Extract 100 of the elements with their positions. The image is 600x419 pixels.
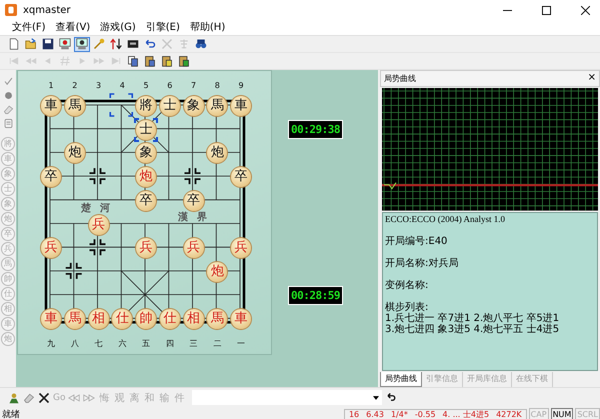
chess-piece[interactable]: 兵 — [136, 238, 156, 258]
chess-piece[interactable]: 象 — [136, 143, 156, 164]
menu-item[interactable]: 引擎(E) — [142, 20, 184, 35]
chess-piece[interactable]: 馬 — [64, 96, 85, 116]
river-text: 漢 界 — [178, 212, 210, 223]
chess-piece[interactable]: 帥 — [136, 309, 156, 330]
status-value: 4. ... 士4进5 — [442, 409, 490, 419]
chess-piece[interactable]: 卒 — [136, 190, 156, 211]
dot-icon[interactable] — [2, 90, 14, 101]
fast-forward-icon — [93, 55, 105, 67]
binoculars-icon — [195, 38, 207, 50]
clipboard-button[interactable] — [159, 54, 175, 68]
file-number: 2 — [71, 81, 78, 91]
dropdown-arrow-icon — [373, 396, 380, 400]
file-number: 四 — [164, 339, 175, 349]
status-text: 就绪 — [2, 408, 20, 419]
menu-item[interactable]: 查看(V) — [52, 20, 94, 35]
chess-piece[interactable]: 馬 — [64, 309, 85, 330]
check-icon[interactable] — [2, 76, 14, 87]
chess-piece[interactable]: 車 — [41, 96, 61, 116]
chess-piece[interactable]: 卒 — [231, 167, 251, 188]
chess-piece[interactable]: 兵 — [41, 238, 61, 258]
key-icon — [93, 38, 105, 50]
analysis-line: 1.兵七进一 卒7进1 2.炮八平七 卒5进1 — [385, 312, 560, 324]
chess-piece[interactable]: 將 — [136, 96, 156, 116]
clipboard-icon — [144, 55, 156, 67]
menu-item[interactable]: 帮助(H) — [186, 20, 230, 35]
chess-piece[interactable]: 炮 — [64, 143, 85, 164]
chess-piece[interactable]: 車 — [231, 96, 251, 116]
chess-piece[interactable]: 炮 — [136, 167, 156, 188]
chess-piece[interactable]: 象 — [184, 96, 204, 116]
folder-icon — [25, 38, 37, 50]
chess-piece[interactable]: 仕 — [160, 309, 180, 330]
open-button[interactable] — [23, 36, 39, 52]
chess-piece[interactable]: 相 — [184, 309, 204, 330]
clipboard-icon — [178, 55, 190, 67]
file-number: 7 — [190, 81, 198, 91]
copy-button[interactable] — [125, 54, 141, 68]
person-icon[interactable] — [8, 392, 20, 404]
clipboard-button[interactable] — [176, 54, 192, 68]
close-icon[interactable] — [581, 6, 590, 14]
chess-piece[interactable]: 士 — [160, 96, 180, 116]
file-number: 三 — [188, 339, 198, 349]
skip-start-icon — [8, 55, 20, 67]
status-value: 16 — [348, 410, 360, 419]
status-value: 6.43 — [366, 410, 384, 419]
undo-icon — [144, 38, 156, 50]
eraser-icon[interactable] — [2, 104, 14, 115]
chess-piece[interactable]: 馬 — [207, 309, 228, 330]
engine-button[interactable] — [74, 36, 90, 52]
monitor-icon — [76, 38, 88, 50]
chess-piece[interactable]: 相 — [88, 309, 108, 330]
panel-tab[interactable]: 引擎信息 — [422, 372, 463, 388]
file-number: 1 — [47, 81, 55, 91]
copy-icon — [127, 55, 139, 67]
analysis-line: 变例名称: — [385, 280, 430, 291]
chess-piece[interactable]: 兵 — [88, 214, 108, 234]
chess-piece[interactable]: 車 — [231, 309, 251, 330]
file-number: 9 — [237, 81, 245, 91]
chess-piece[interactable]: 車 — [41, 309, 61, 330]
file-number: 8 — [214, 81, 221, 91]
file-number: 五 — [141, 339, 151, 349]
file-number: 一 — [236, 339, 246, 349]
menu-item[interactable]: 文件(F) — [8, 20, 50, 35]
chess-piece[interactable]: 仕 — [112, 309, 132, 330]
panel-tab[interactable]: 局势曲线 — [380, 372, 422, 388]
chess-piece[interactable]: 卒 — [184, 190, 204, 211]
analysis-line: 开局编号:E40 — [385, 236, 448, 247]
skip-end-icon — [110, 55, 122, 67]
file-number: 六 — [117, 339, 128, 349]
panel-tab[interactable]: 在线下棋 — [512, 372, 553, 388]
screen-icon — [127, 38, 139, 50]
status-value: 4272K — [496, 410, 522, 419]
status-value: 1/4* — [390, 410, 408, 419]
chess-piece[interactable]: 兵 — [231, 238, 251, 258]
paste-button[interactable] — [142, 54, 158, 68]
panel-tab[interactable]: 开局库信息 — [463, 372, 512, 388]
chess-piece[interactable]: 馬 — [207, 96, 228, 116]
file-number: 6 — [166, 81, 174, 91]
maximize-icon[interactable] — [542, 6, 551, 14]
analysis-line: 棋步列表: — [385, 302, 430, 313]
menu-item[interactable]: 游戏(G) — [96, 20, 140, 35]
engine-button[interactable] — [57, 36, 73, 52]
window-title: xqmaster — [23, 4, 71, 16]
save-button[interactable] — [40, 36, 56, 52]
file-number: 3 — [94, 81, 102, 91]
undo-icon[interactable] — [385, 392, 398, 404]
file-number: 九 — [46, 339, 56, 349]
file-number: 八 — [70, 339, 80, 349]
chess-piece[interactable]: 卒 — [41, 167, 61, 188]
file-number: 4 — [118, 81, 126, 91]
chess-piece[interactable]: 炮 — [207, 143, 228, 164]
analysis-line: ECCO:ECCO (2004) Analyst 1.0 — [385, 214, 506, 225]
close-button[interactable]: × — [588, 72, 596, 84]
chess-piece[interactable]: 士 — [136, 120, 156, 140]
chess-piece[interactable]: 炮 — [207, 262, 228, 282]
flip-button[interactable] — [108, 36, 124, 52]
hash-icon — [59, 55, 71, 67]
chess-piece[interactable]: 兵 — [184, 238, 204, 258]
key-indicator: NUM — [550, 408, 574, 419]
